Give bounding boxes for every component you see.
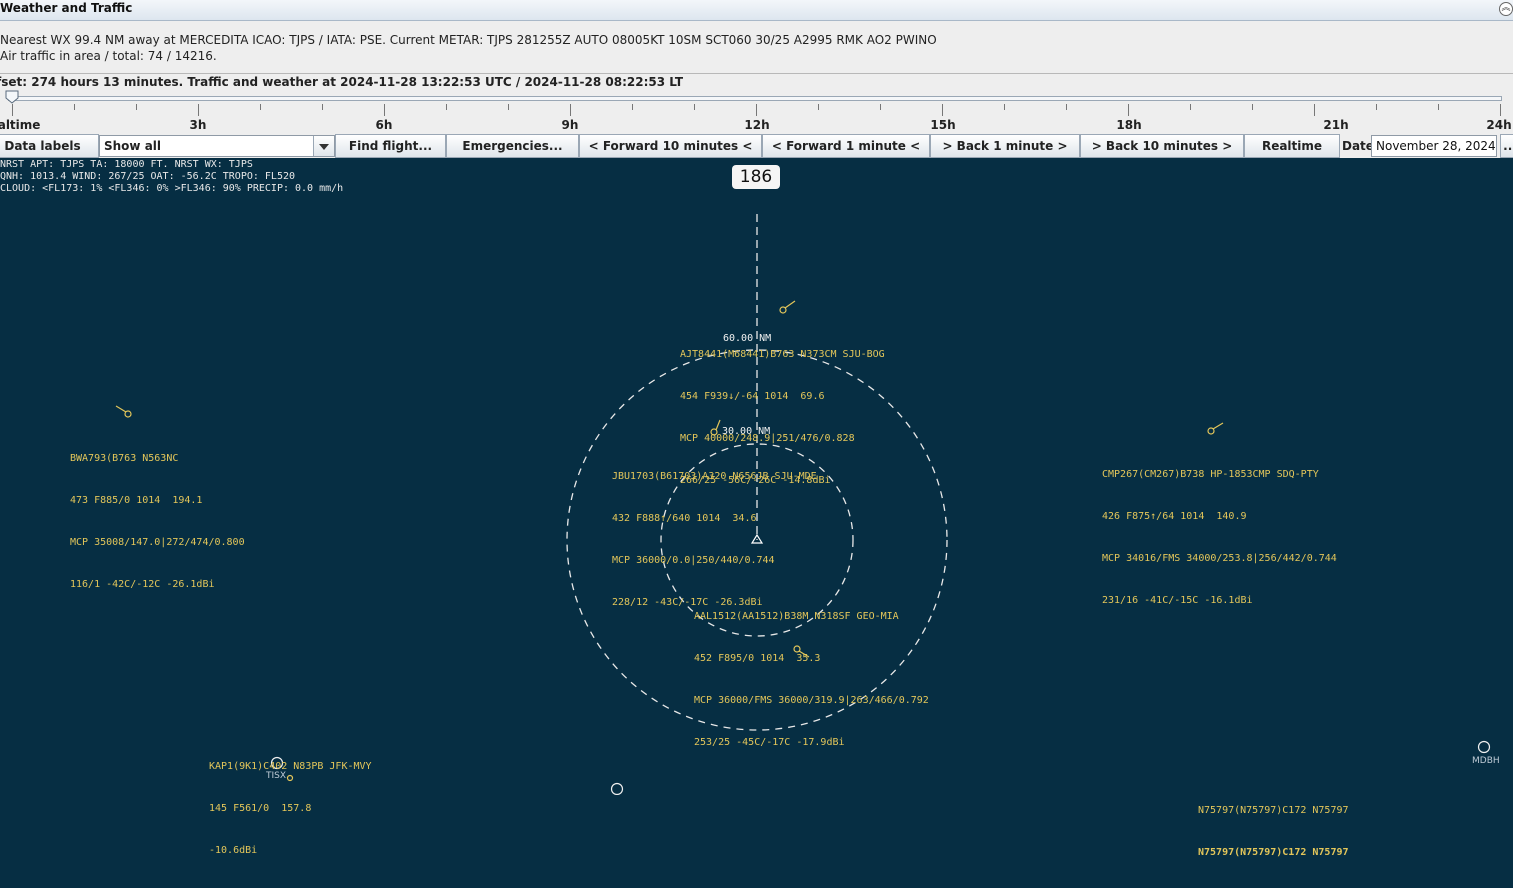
time-tick (1438, 104, 1439, 110)
weather-info-panel: Nearest WX 99.4 NM away at MERCEDITA ICA… (0, 21, 1513, 74)
find-flight-button[interactable]: Find flight... (335, 134, 446, 158)
aircraft-tag-line: AJT8441(M68441)B763 N373CM SJU-BOG (680, 349, 885, 360)
panel-titlebar: Weather and Traffic ︽ (0, 0, 1513, 21)
aircraft-tag-line: N75797(N75797)C172 N75797 (1198, 847, 1349, 858)
aircraft-symbol-ajt8441 (779, 300, 796, 314)
traffic-count-text: Air traffic in area / total: 74 / 14216. (0, 49, 217, 63)
aircraft-tag-line: CMP267(CM267)B738 HP-1853CMP SDQ-PTY (1102, 469, 1319, 480)
back-1-minute-button[interactable]: > Back 1 minute > (930, 134, 1080, 158)
tick-label-15h: 15h (930, 118, 956, 132)
tick-label-12h: 12h (744, 118, 770, 132)
time-tick (136, 104, 137, 110)
map-header-line-3: CLOUD: <FL173: 1% <FL346: 0% >FL346: 90%… (0, 183, 344, 194)
realtime-button[interactable]: Realtime (1244, 134, 1340, 158)
time-tick (1004, 104, 1005, 110)
date-field[interactable] (1371, 135, 1497, 157)
filter-dropdown-value: Show all (104, 139, 162, 153)
nearest-wx-text: Nearest WX 99.4 NM away at MERCEDITA ICA… (0, 33, 937, 47)
aircraft-tag-line: AAL1512(AA1512)B38M N318SF GEO-MIA (694, 611, 899, 622)
time-tick (508, 104, 509, 110)
aircraft-tag-line: 253/25 -45C/-17C -17.9dBi (694, 737, 845, 748)
time-tick (74, 104, 75, 110)
time-tick (1128, 104, 1129, 116)
heading-indicator: 186 (732, 165, 780, 189)
navaid-mdbh-icon (1477, 740, 1491, 754)
forward-10-minutes-button[interactable]: < Forward 10 minutes < (579, 134, 762, 158)
forward-1-minute-button[interactable]: < Forward 1 minute < (762, 134, 930, 158)
aircraft-tag-line: N75797(N75797)C172 N75797 (1198, 805, 1349, 816)
aircraft-tag-kap1[interactable]: KAP1(9K1)C402 N83PB JFK-MVY 145 F561/0 1… (209, 732, 372, 886)
aircraft-tag-line: MCP 34016/FMS 34000/253.8|256/442/0.744 (1102, 553, 1337, 564)
data-labels-button[interactable]: Data labels (0, 134, 99, 158)
toolbar: Data labels Show all Find flight... Emer… (0, 134, 1513, 158)
time-offset-text: fset: 274 hours 13 minutes. Traffic and … (0, 75, 684, 89)
time-tick (446, 104, 447, 110)
aircraft-tag-line: JBU1703(B61703)A320 N656JB SJU-MDE (612, 471, 817, 482)
filter-dropdown[interactable]: Show all (99, 135, 335, 157)
aircraft-tag-aal1512[interactable]: AAL1512(AA1512)B38M N318SF GEO-MIA 452 F… (694, 582, 929, 778)
time-tick (570, 104, 571, 116)
time-tick (942, 104, 943, 116)
tick-label-18h: 18h (1116, 118, 1142, 132)
time-tick (322, 104, 323, 110)
aircraft-tag-line: 231/16 -41C/-15C -16.1dBi (1102, 595, 1253, 606)
map-header-line-1: NRST APT: TJPS TA: 18000 FT. NRST WX: TJ… (0, 159, 253, 170)
aircraft-tag-line: BWA793(B763 N563NC (70, 453, 179, 464)
time-tick (1500, 104, 1501, 116)
aircraft-tag-line: 116/1 -42C/-12C -26.1dBi (70, 579, 215, 590)
panel-title: Weather and Traffic (0, 1, 133, 15)
date-picker-button[interactable]: ... (1500, 134, 1513, 158)
tick-label-9h: 9h (561, 118, 579, 132)
aircraft-tag-line: 426 F875↑/64 1014 140.9 (1102, 511, 1247, 522)
aircraft-tag-line: 454 F939↓/-64 1014 69.6 (680, 391, 825, 402)
traffic-map[interactable]: NRST APT: TJPS TA: 18000 FT. NRST WX: TJ… (0, 158, 1513, 858)
aircraft-tag-line: -10.6dBi (209, 845, 258, 856)
tick-label-6h: 6h (375, 118, 393, 132)
map-header-line-2: QNH: 1013.4 WIND: 267/25 OAT: -56.2C TRO… (0, 171, 296, 182)
time-tick (1314, 104, 1315, 116)
aircraft-tag-line: MCP 36000/0.0|250/440/0.744 (612, 555, 775, 566)
aircraft-tag-line: MCP 35008/147.0|272/474/0.800 (70, 537, 245, 548)
aircraft-tag-cmp267[interactable]: CMP267(CM267)B738 HP-1853CMP SDQ-PTY 426… (1102, 440, 1337, 636)
time-ticks (0, 104, 1513, 118)
time-tick (632, 104, 633, 110)
navaid-icon (610, 782, 624, 795)
aircraft-tag-line: 452 F895/0 1014 35.3 (694, 653, 821, 664)
aircraft-tag-n75797[interactable]: N75797(N75797)C172 N75797 N75797(N75797)… (1198, 776, 1349, 888)
chevron-down-icon[interactable] (313, 136, 334, 156)
time-tick (694, 104, 695, 110)
time-tick (1376, 104, 1377, 110)
time-tick (12, 104, 13, 116)
aircraft-tag-line: 473 F885/0 1014 194.1 (70, 495, 203, 506)
time-tick (880, 104, 881, 110)
aircraft-tag-line: 432 F888↑/640 1014 34.6 (612, 513, 757, 524)
aircraft-tag-bwa793[interactable]: BWA793(B763 N563NC 473 F885/0 1014 194.1… (70, 424, 245, 620)
collapse-icon[interactable]: ︽ (1499, 2, 1513, 16)
time-slider-thumb[interactable] (5, 90, 19, 104)
time-tick (1066, 104, 1067, 110)
emergencies-button[interactable]: Emergencies... (446, 134, 579, 158)
navaid-label-tisx: TISX (266, 771, 287, 781)
aircraft-symbol-bwa793 (115, 405, 132, 418)
timeline: fset: 274 hours 13 minutes. Traffic and … (0, 74, 1513, 134)
back-10-minutes-button[interactable]: > Back 10 minutes > (1080, 134, 1244, 158)
time-tick (384, 104, 385, 116)
aircraft-tag-line: 145 F561/0 157.8 (209, 803, 312, 814)
time-tick (198, 104, 199, 116)
aircraft-tag-line: MCP 36000/FMS 36000/319.9|263/466/0.792 (694, 695, 929, 706)
time-tick (260, 104, 261, 110)
time-tick (756, 104, 757, 116)
time-tick (1252, 104, 1253, 110)
time-tick (818, 104, 819, 110)
tick-label-3h: 3h (189, 118, 207, 132)
aircraft-symbol-cmp267 (1207, 422, 1224, 435)
aircraft-tag-line: KAP1(9K1)C402 N83PB JFK-MVY (209, 761, 372, 772)
tick-label-21h: 21h (1323, 118, 1349, 132)
time-tick (1190, 104, 1191, 110)
tick-label-24h: 24h (1486, 118, 1512, 132)
tick-label-realtime: ealtime (0, 118, 41, 132)
time-slider-track[interactable] (8, 96, 1502, 101)
navaid-label-mdbh: MDBH (1472, 756, 1500, 766)
